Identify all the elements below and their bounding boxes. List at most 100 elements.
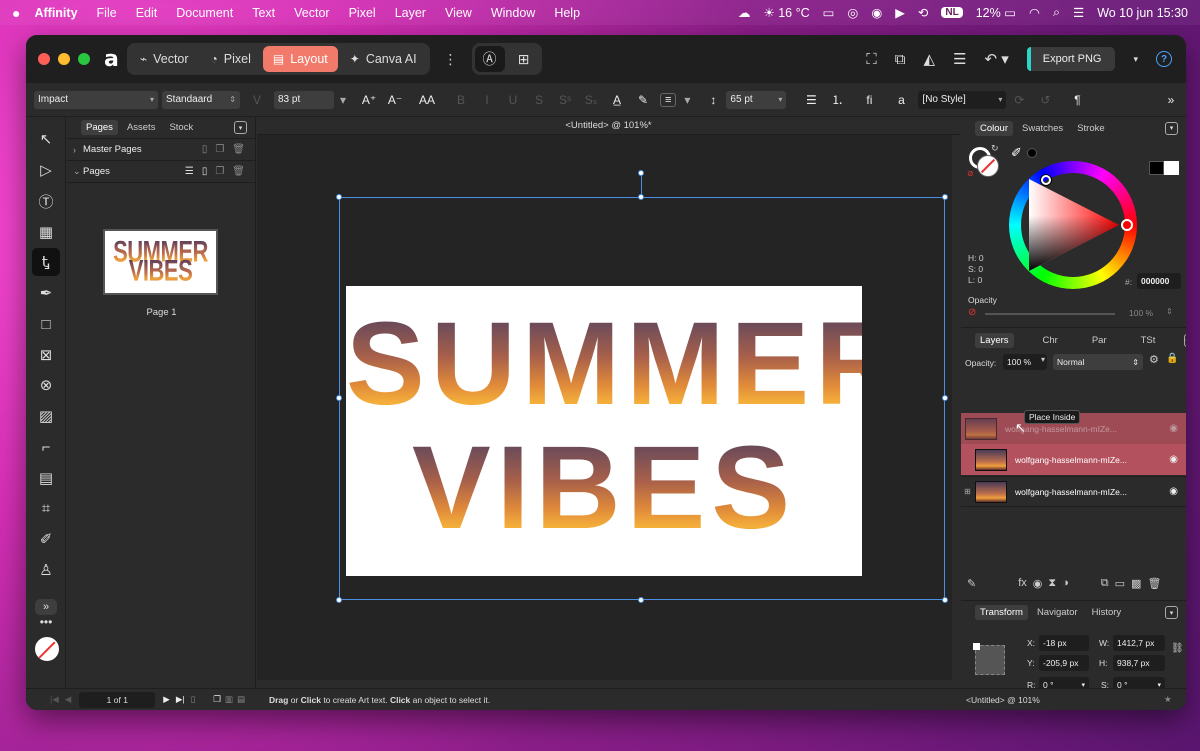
black-white-swatches[interactable] xyxy=(1149,161,1179,175)
delete-layer-icon[interactable]: 🗑 xyxy=(1147,577,1161,590)
page-options-icon[interactable]: ☰ xyxy=(185,166,194,177)
creative-cloud-icon[interactable]: ◎ xyxy=(847,5,858,20)
hue-ring-handle[interactable] xyxy=(1121,219,1133,231)
input-source-badge[interactable]: NL xyxy=(941,7,963,18)
page-view-icon[interactable]: ▥ xyxy=(225,694,233,705)
revert-style-icon[interactable]: ↺ xyxy=(1036,93,1054,107)
overflow-chevron-icon[interactable]: » xyxy=(1162,93,1180,107)
more-tools-icon[interactable]: ••• xyxy=(32,615,60,629)
x-input[interactable]: -18 px xyxy=(1039,635,1089,651)
handle-middle-left[interactable] xyxy=(336,395,342,401)
close-window-button[interactable] xyxy=(38,53,50,65)
frame-text-tool[interactable]: Ⓣ xyxy=(32,187,60,215)
font-family-select[interactable]: Impact ▾ xyxy=(34,90,158,109)
duplicate-page-icon[interactable]: ❐ xyxy=(215,166,224,177)
duplicate-master-icon[interactable]: ❐ xyxy=(215,144,224,155)
canvas-vertical-scrollbar[interactable] xyxy=(952,135,960,688)
data-merge-tool[interactable]: ▤ xyxy=(32,464,60,492)
persona-pixel-button[interactable]: ◔ Pixel xyxy=(201,46,261,72)
delete-page-icon[interactable]: 🗑 xyxy=(232,166,245,177)
menu-text[interactable]: Text xyxy=(252,6,275,20)
numbered-list-icon[interactable]: ⒈ xyxy=(828,91,846,108)
strikethrough-icon[interactable]: S xyxy=(530,93,548,107)
place-image-tool[interactable]: ▨ xyxy=(32,402,60,430)
opacity-stepper-icon[interactable]: ⇕ xyxy=(1166,307,1173,316)
adjustment-icon[interactable]: ⧗ xyxy=(1048,577,1056,590)
master-pages-row[interactable]: › Master Pages ▯ ❐ 🗑 xyxy=(67,139,255,161)
menu-window[interactable]: Window xyxy=(491,6,535,20)
export-dropdown-icon[interactable]: ▾ xyxy=(1133,54,1138,65)
page-options-icon[interactable]: ▯ xyxy=(191,694,196,705)
help-icon[interactable]: ? xyxy=(1156,51,1172,67)
table-tool[interactable]: ▦ xyxy=(32,218,60,246)
add-master-icon[interactable]: ▯ xyxy=(202,144,208,155)
colour-picker-handle[interactable] xyxy=(1041,175,1051,185)
ellipse-frame-tool[interactable]: ⊗ xyxy=(32,371,60,399)
artistic-text-tool[interactable]: Ꮏ xyxy=(32,248,60,276)
weather-widget[interactable]: ☀ 16 °C xyxy=(764,5,810,20)
visibility-eye-icon[interactable]: ◉ xyxy=(1169,423,1178,434)
tab-assets[interactable]: Assets xyxy=(122,120,161,135)
font-size-field[interactable]: 83 pt xyxy=(274,90,334,109)
pasteboard-icon[interactable]: ▤ xyxy=(237,694,245,705)
decrease-font-size-icon[interactable]: A⁻ xyxy=(386,93,404,107)
menu-app-name[interactable]: Affinity xyxy=(34,6,77,20)
tab-text-styles[interactable]: TSt xyxy=(1136,333,1161,348)
menu-edit[interactable]: Edit xyxy=(136,6,158,20)
menu-file[interactable]: File xyxy=(97,6,117,20)
undo-history-icon[interactable]: ↶ ▾ xyxy=(985,50,1009,68)
fx-icon[interactable]: fx xyxy=(1018,577,1027,589)
tab-stroke[interactable]: Stroke xyxy=(1072,121,1109,136)
arrange-layer-icon[interactable]: ⧉ xyxy=(1101,577,1109,590)
transform-panel-collapse-icon[interactable]: ▾ xyxy=(1165,606,1178,619)
align-icon[interactable]: ☰ xyxy=(953,50,966,68)
flip-icon[interactable]: ◭ xyxy=(924,50,936,68)
handle-middle-right[interactable] xyxy=(942,395,948,401)
rotation-handle[interactable] xyxy=(638,170,644,176)
layer-expand-icon[interactable]: ⊞ xyxy=(964,487,971,496)
font-size-dropdown-icon[interactable]: ▾ xyxy=(334,93,352,107)
delete-master-icon[interactable]: 🗑 xyxy=(232,144,245,155)
move-tool[interactable]: ↖ xyxy=(32,125,60,153)
pen-tool[interactable]: ✒ xyxy=(32,279,60,307)
handle-top-left[interactable] xyxy=(336,194,342,200)
mask-icon[interactable]: ◉ xyxy=(1033,577,1043,590)
crop-tool[interactable]: ⌗ xyxy=(32,494,60,522)
leading-field[interactable]: 65 pt ▾ xyxy=(726,90,787,109)
tab-navigator[interactable]: Navigator xyxy=(1032,605,1083,620)
persona-vector-button[interactable]: ⌁ Vector xyxy=(130,46,199,72)
font-variation-icon[interactable]: V xyxy=(248,93,266,107)
layer-opacity-dropdown-icon[interactable]: ▾ xyxy=(1041,355,1045,364)
cloud-icon[interactable]: ☁ xyxy=(738,5,751,20)
tab-history[interactable]: History xyxy=(1087,605,1127,620)
handle-top-right[interactable] xyxy=(942,194,948,200)
fill-tool[interactable]: ⌐ xyxy=(32,433,60,461)
bullet-list-icon[interactable]: ☰ xyxy=(802,93,820,107)
panel-collapse-icon[interactable]: ▾ xyxy=(234,121,247,134)
blend-mode-select[interactable]: Normal ⇕ xyxy=(1053,354,1143,370)
hex-input[interactable]: 000000 xyxy=(1137,273,1181,289)
spread-view-icon[interactable]: ❐ xyxy=(213,694,221,705)
live-filter-icon[interactable]: ◑ xyxy=(1062,577,1069,589)
paragraph-marks-button[interactable]: ¶ xyxy=(1068,93,1086,107)
menu-view[interactable]: View xyxy=(445,6,472,20)
last-page-icon[interactable]: ▶| xyxy=(176,694,185,705)
transparency-tool[interactable]: ♙ xyxy=(32,556,60,584)
layer-row[interactable]: ⊞ wolfgang-hasselmann-mIZe... ◉ xyxy=(961,476,1186,507)
time-machine-icon[interactable]: ⟲ xyxy=(918,5,928,20)
tab-layers[interactable]: Layers xyxy=(975,333,1014,348)
handle-top-center[interactable] xyxy=(638,194,644,200)
anchor-point-grid[interactable] xyxy=(973,643,1005,675)
leading-icon[interactable]: ↕ xyxy=(704,93,722,107)
grid-mode-button[interactable]: ⊞ xyxy=(509,46,539,72)
page-1-thumbnail[interactable]: SUMMER VIBES xyxy=(103,229,218,295)
persona-canva-ai-button[interactable]: ✦ Canva AI xyxy=(340,46,427,72)
tab-pages[interactable]: Pages xyxy=(81,120,118,135)
arrange-icon[interactable]: ⧉ xyxy=(895,51,906,68)
menu-pixel[interactable]: Pixel xyxy=(349,6,376,20)
superscript-icon[interactable]: Sˢ xyxy=(556,93,574,107)
none-colour-icon[interactable]: ⊘ xyxy=(967,169,974,178)
align-dropdown-icon[interactable]: ▾ xyxy=(678,93,696,107)
visibility-eye-icon[interactable]: ◉ xyxy=(1169,454,1178,465)
rectangle-tool[interactable]: □ xyxy=(32,310,60,338)
